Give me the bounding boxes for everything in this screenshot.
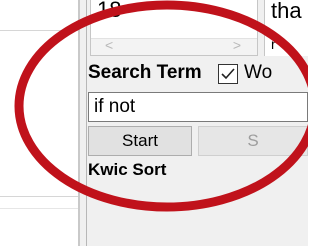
context-text: r: [271, 36, 276, 52]
checkmark-icon: [221, 68, 235, 80]
panel-border: [86, 0, 87, 246]
search-term-label: Search Term: [88, 62, 202, 83]
horizontal-scrollbar[interactable]: < >: [91, 37, 257, 55]
results-list[interactable]: 18 < >: [90, 0, 258, 56]
divider: [0, 30, 78, 31]
chevron-left-icon[interactable]: <: [105, 37, 113, 53]
start-button[interactable]: Start: [88, 126, 192, 156]
divider: [0, 208, 78, 209]
stop-button[interactable]: S: [198, 126, 308, 156]
kwic-sort-label: Kwic Sort: [88, 160, 167, 179]
words-checkbox-label[interactable]: Wo: [244, 62, 272, 84]
context-text: tha: [271, 0, 302, 23]
left-pane: [0, 0, 78, 246]
divider: [0, 196, 78, 197]
chevron-right-icon[interactable]: >: [233, 37, 241, 53]
row-number: 18: [97, 0, 122, 22]
search-input[interactable]: [88, 92, 308, 122]
context-list[interactable]: tha r: [264, 0, 308, 56]
words-checkbox[interactable]: [218, 64, 238, 84]
